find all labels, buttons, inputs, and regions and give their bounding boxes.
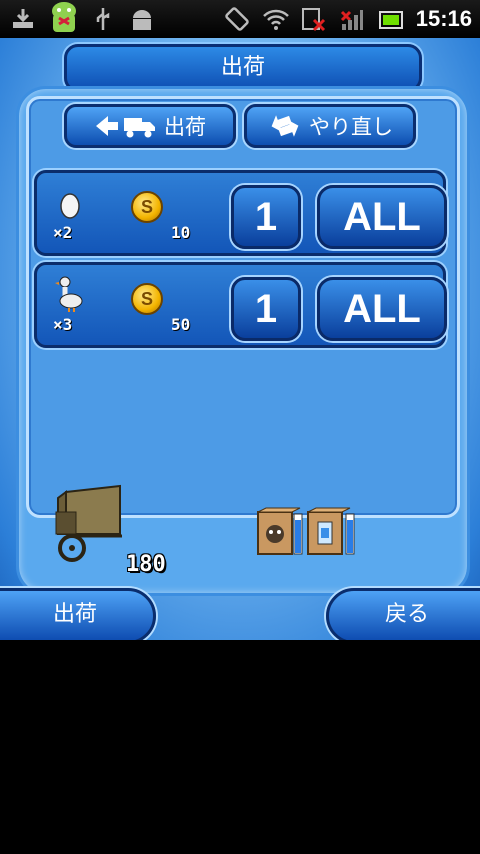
truck-back-icon	[96, 116, 155, 138]
page-title: 出荷	[64, 44, 422, 92]
list-item: S ×3 50 1 ALL	[34, 262, 447, 348]
ship-one-button[interactable]: 1	[231, 185, 301, 249]
list-item: S ×2 10 1 ALL	[34, 170, 447, 256]
clock: 15:16	[415, 6, 472, 31]
item-quantity: ×2	[53, 223, 73, 242]
item-price: 10	[171, 223, 191, 242]
sim-error-icon	[302, 8, 326, 32]
milk-box-icon	[307, 507, 355, 555]
back-button[interactable]: 戻る	[326, 588, 480, 640]
redo-button[interactable]: やり直し	[244, 104, 416, 148]
item-quantity: ×3	[53, 315, 73, 334]
android-debug-icon	[133, 10, 151, 30]
cart-count: 180	[126, 552, 166, 577]
redo-arrows-icon	[271, 115, 299, 137]
status-bar: 15:16	[0, 0, 480, 38]
ship-all-button[interactable]: ALL	[317, 277, 447, 341]
delivery-cart-icon	[55, 484, 122, 562]
android-mascot-icon	[52, 2, 76, 32]
signal-icon	[340, 10, 363, 30]
raccoon-box-icon	[257, 507, 303, 555]
rotate-icon	[225, 7, 249, 31]
game-screen: 出荷 出荷 やり直し S ×2 10 1 ALL S ×3 50 1 ALL 1…	[0, 38, 480, 640]
usb-icon	[96, 8, 110, 30]
redo-label: やり直し	[309, 115, 393, 139]
ship-one-button[interactable]: 1	[231, 277, 301, 341]
coin-icon: S	[131, 283, 163, 315]
coin-icon: S	[131, 191, 163, 223]
wifi-icon	[263, 9, 289, 30]
ship-all-button[interactable]: ALL	[317, 185, 447, 249]
ship-truck-button[interactable]: 出荷	[64, 104, 236, 148]
item-price: 50	[171, 315, 191, 334]
ship-button[interactable]: 出荷	[0, 588, 156, 640]
egg-icon	[60, 193, 80, 219]
ship-truck-label: 出荷	[164, 115, 206, 139]
battery-icon	[379, 11, 403, 29]
download-icon	[13, 9, 33, 28]
goose-icon	[55, 276, 83, 312]
